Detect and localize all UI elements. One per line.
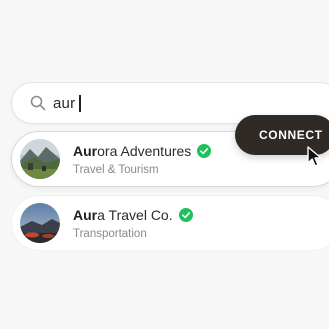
sunset-landscape-avatar (20, 203, 60, 243)
search-input[interactable]: aur (53, 94, 81, 112)
result-name: Aura Travel Co. (73, 206, 173, 223)
mouse-pointer-icon (306, 146, 326, 168)
search-icon (30, 95, 46, 111)
mountain-landscape-avatar (20, 139, 60, 179)
result-name: Aurora Adventures (73, 142, 192, 159)
text-caret (79, 94, 81, 112)
verified-check-icon (178, 207, 193, 222)
search-query-text: aur (53, 94, 76, 112)
search-result-item[interactable]: Aura Travel Co. Transportation (11, 195, 329, 251)
result-category: Travel & Tourism (73, 163, 159, 176)
stage: aur Aurora Adventures Travel & Tourism A… (0, 0, 329, 329)
result-category: Transportation (73, 227, 147, 240)
connect-button-label: CONNECT (259, 128, 323, 142)
verified-check-icon (197, 143, 212, 158)
